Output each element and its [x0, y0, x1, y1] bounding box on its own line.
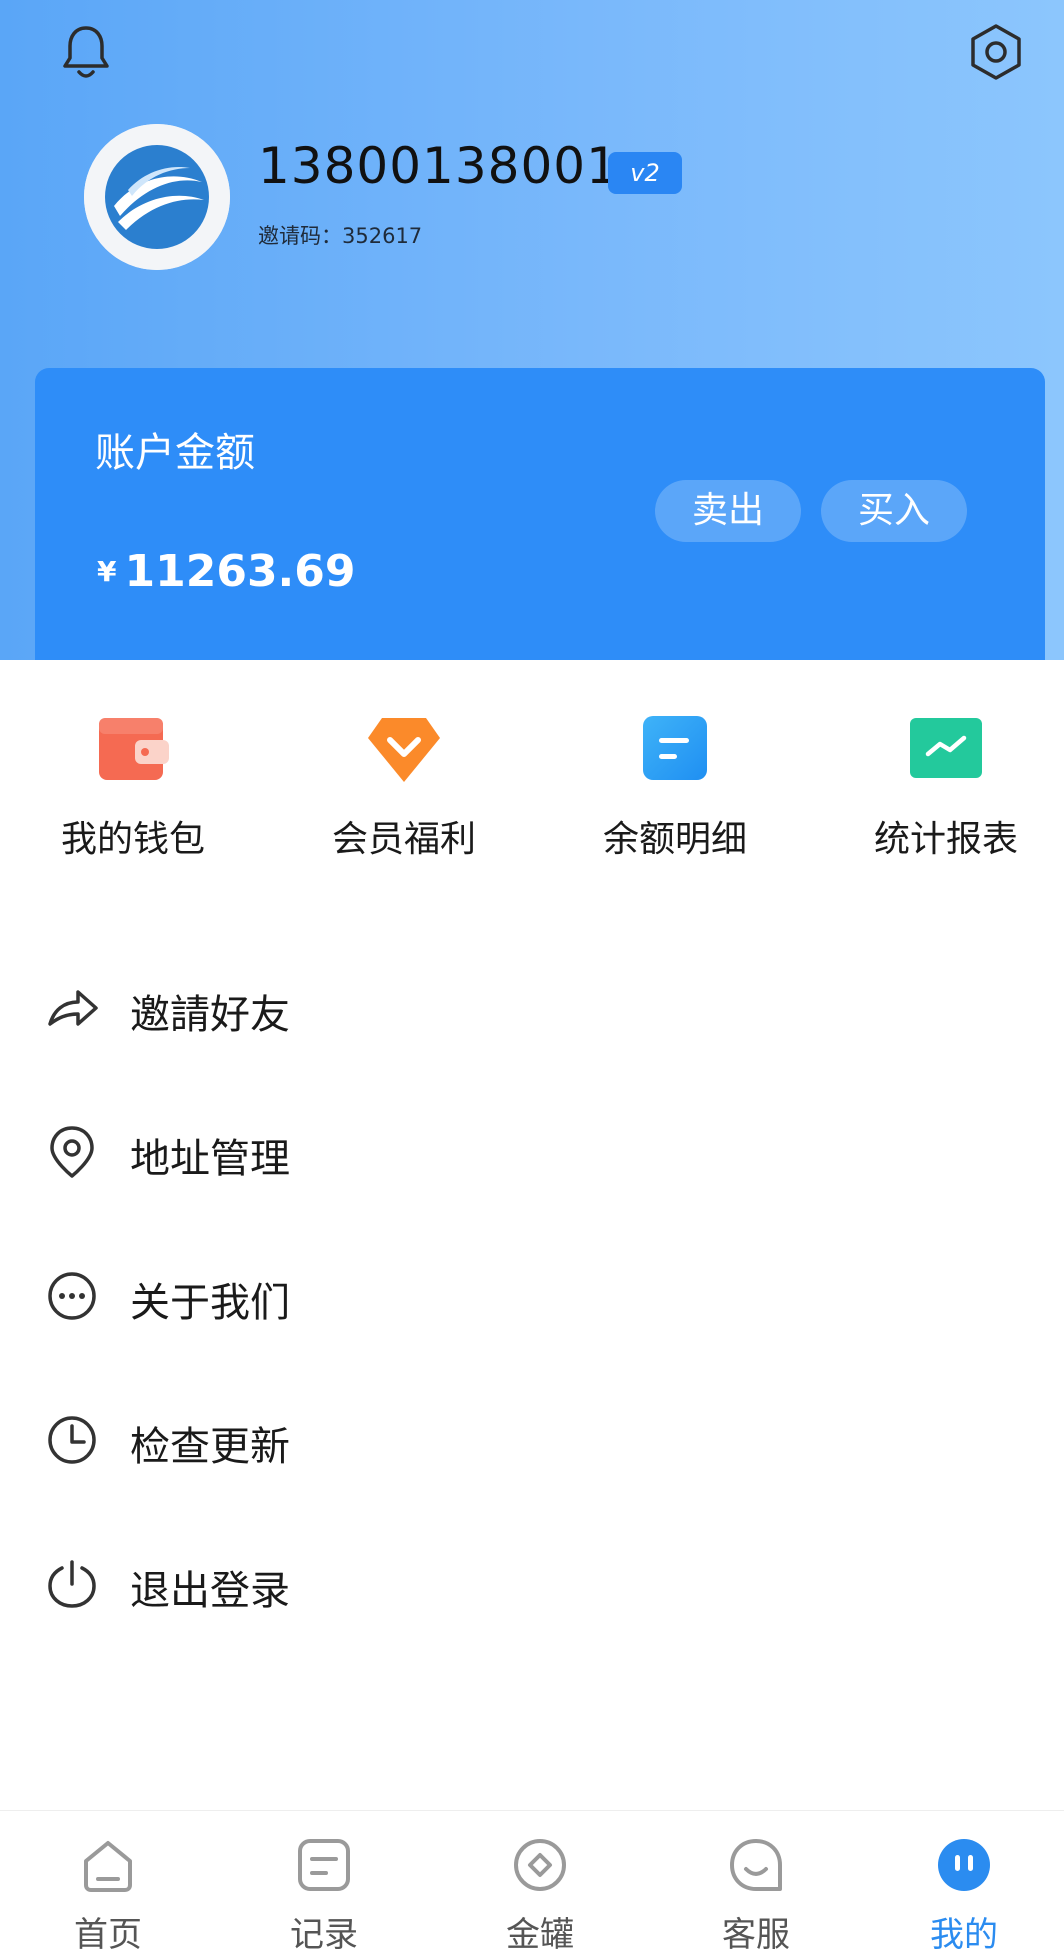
home-icon: [84, 1841, 132, 1892]
bottom-tab-bar: 首页 记录 金罐 客服 我的: [0, 1810, 1064, 1959]
clock-icon: [48, 1416, 96, 1464]
settings-icon[interactable]: [966, 22, 1026, 82]
bell-icon[interactable]: [60, 22, 112, 80]
phone-number: 13800138001: [258, 137, 619, 195]
tab-label: 记录: [290, 1915, 358, 1955]
menu-item-logout[interactable]: 退出登录: [0, 1516, 1064, 1660]
diamond-icon: [368, 718, 440, 782]
balance-card: 账户金额 ¥11263.69 卖出 买入: [35, 368, 1045, 660]
tab-service[interactable]: 客服: [648, 1811, 864, 1959]
quick-item-label: 会员福利: [331, 819, 476, 860]
quick-item-balance-detail[interactable]: 余额明细: [575, 712, 775, 862]
record-icon: [298, 1839, 350, 1891]
settings-menu: 邀請好友 地址管理 关于我们 检查更新 退出登录: [0, 940, 1064, 1660]
tab-jar[interactable]: 金罐: [432, 1811, 648, 1959]
currency-symbol: ¥: [97, 555, 117, 588]
location-pin-icon: [50, 1126, 94, 1178]
share-arrow-icon: [48, 990, 98, 1026]
menu-item-label: 地址管理: [130, 1136, 290, 1182]
jar-icon: [514, 1839, 566, 1891]
service-icon: [730, 1839, 782, 1891]
quick-item-wallet[interactable]: 我的钱包: [33, 712, 233, 862]
menu-item-label: 退出登录: [130, 1568, 290, 1614]
tab-label: 我的: [930, 1915, 998, 1955]
balance-amount: ¥11263.69: [97, 546, 356, 597]
quick-item-label: 余额明细: [602, 819, 747, 860]
power-icon: [48, 1560, 96, 1608]
quick-item-vip[interactable]: 会员福利: [304, 712, 504, 862]
mine-icon: [938, 1839, 990, 1891]
profile-page: 13800138001 v2 邀请码：352617 账户金额 ¥11263.69…: [0, 0, 1064, 1959]
chart-card-icon: [910, 718, 982, 778]
quick-actions: 我的钱包 会员福利 余额明细 统计报表: [0, 712, 1064, 872]
quick-item-label: 统计报表: [873, 819, 1018, 860]
quick-item-label: 我的钱包: [60, 819, 205, 860]
menu-item-about[interactable]: 关于我们: [0, 1228, 1064, 1372]
tab-record[interactable]: 记录: [216, 1811, 432, 1959]
invite-code: 邀请码：352617: [258, 224, 423, 248]
more-dots-icon: [48, 1272, 96, 1320]
list-card-icon: [643, 716, 707, 780]
tab-mine[interactable]: 我的: [864, 1811, 1064, 1959]
wallet-icon: [99, 718, 169, 780]
avatar[interactable]: [84, 124, 230, 270]
quick-item-statistics[interactable]: 统计报表: [846, 712, 1046, 862]
balance-value: 11263.69: [124, 546, 356, 597]
menu-item-address[interactable]: 地址管理: [0, 1084, 1064, 1228]
menu-item-invite[interactable]: 邀請好友: [0, 940, 1064, 1084]
tab-home[interactable]: 首页: [0, 1811, 216, 1959]
menu-item-label: 关于我们: [130, 1280, 290, 1326]
sell-button[interactable]: 卖出: [655, 480, 801, 542]
tab-label: 首页: [74, 1915, 142, 1955]
tab-label: 金罐: [506, 1915, 574, 1955]
balance-label: 账户金额: [95, 430, 255, 476]
buy-button[interactable]: 买入: [821, 480, 967, 542]
menu-item-check-update[interactable]: 检查更新: [0, 1372, 1064, 1516]
menu-item-label: 邀請好友: [130, 992, 290, 1038]
menu-item-label: 检查更新: [130, 1424, 290, 1470]
level-badge: v2: [608, 152, 682, 194]
tab-label: 客服: [722, 1915, 790, 1955]
